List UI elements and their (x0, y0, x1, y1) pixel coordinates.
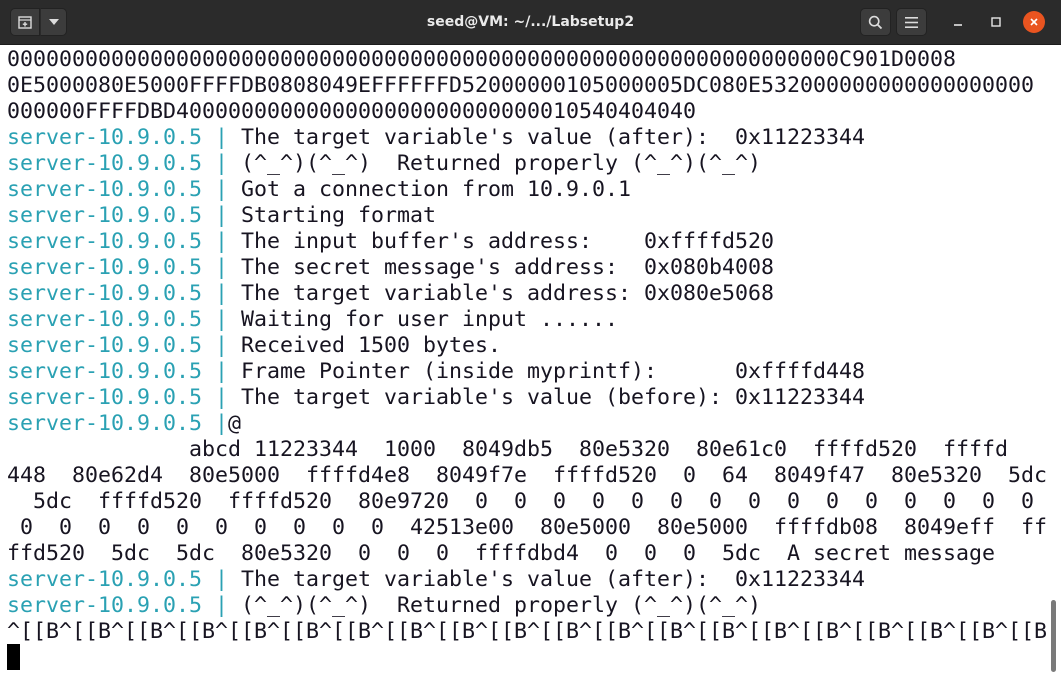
log-message: The input buffer's address: 0xffffd520 (241, 229, 775, 254)
search-icon (868, 15, 883, 29)
log-separator: | (202, 255, 242, 280)
log-line: server-10.9.0.5 | The target variable's … (7, 567, 865, 593)
maximize-button[interactable] (986, 12, 1006, 32)
server-prefix: server-10.9.0.5 (7, 385, 203, 410)
server-prefix: server-10.9.0.5 (7, 307, 203, 332)
log-line: server-10.9.0.5 | The target variable's … (7, 281, 774, 307)
log-separator: | (202, 385, 242, 410)
log-message: Got a connection from 10.9.0.1 (241, 177, 632, 202)
log-separator: | (202, 567, 242, 592)
log-separator: | (202, 125, 242, 150)
output-line: 000000FFFFDBD400000000000000000000000000… (7, 99, 697, 124)
log-message: Starting format (241, 203, 437, 228)
output-line: 0 0 0 0 0 0 0 0 0 0 42513e00 80e5000 80e… (7, 515, 1048, 540)
server-prefix: server-10.9.0.5 (7, 411, 203, 436)
log-message: Frame Pointer (inside myprintf): 0xffffd… (241, 359, 866, 384)
server-prefix: server-10.9.0.5 (7, 281, 203, 306)
menu-button[interactable] (896, 8, 927, 36)
log-separator: | (202, 359, 242, 384)
log-message: Received 1500 bytes. (241, 333, 502, 358)
log-line: server-10.9.0.5 | Starting format (7, 203, 436, 229)
log-separator: | (202, 411, 229, 436)
log-message: The secret message's address: 0x080b4008 (241, 255, 775, 280)
log-line: server-10.9.0.5 | (^_^)(^_^) Returned pr… (7, 593, 761, 619)
server-prefix: server-10.9.0.5 (7, 151, 203, 176)
log-line: server-10.9.0.5 | Got a connection from … (7, 177, 631, 203)
close-button[interactable] (1023, 11, 1045, 33)
log-message: The target variable's value (after): 0x1… (241, 125, 866, 150)
log-line: server-10.9.0.5 | Waiting for user input… (7, 307, 618, 333)
log-separator: | (202, 203, 242, 228)
output-line: abcd 11223344 1000 8049db5 80e5320 80e61… (7, 437, 1009, 462)
server-prefix: server-10.9.0.5 (7, 203, 203, 228)
hamburger-menu-icon (905, 16, 918, 28)
minimize-icon (954, 24, 962, 26)
output-line: 0E5000080E5000FFFFDB0808049EFFFFFFD52000… (7, 73, 1035, 98)
log-separator: | (202, 333, 242, 358)
log-line: server-10.9.0.5 |@ (7, 411, 241, 437)
log-separator: | (202, 151, 242, 176)
log-line: server-10.9.0.5 | (^_^)(^_^) Returned pr… (7, 151, 761, 177)
server-prefix: server-10.9.0.5 (7, 333, 203, 358)
terminal-output[interactable]: ^[[B^[[B^[[B^[[B^[[B^[[B^[[B^[[B^[[B^[[B… (0, 45, 1061, 675)
new-tab-button[interactable] (10, 8, 40, 36)
close-icon (1030, 18, 1038, 26)
server-prefix: server-10.9.0.5 (7, 255, 203, 280)
log-message: (^_^)(^_^) Returned properly (^_^)(^_^) (241, 593, 762, 618)
search-button[interactable] (860, 8, 891, 36)
output-line: ^[[B^[[B^[[B^[[B^[[B^[[B^[[B^[[B^[[B^[[B… (7, 619, 1048, 644)
output-line: 5dc ffffd520 ffffd520 80e9720 0 0 0 0 0 … (7, 489, 1035, 514)
tab-menu-button[interactable] (40, 8, 67, 36)
server-prefix: server-10.9.0.5 (7, 359, 203, 384)
log-separator: | (202, 177, 242, 202)
log-line: server-10.9.0.5 | The target variable's … (7, 385, 865, 411)
log-line: server-10.9.0.5 | Frame Pointer (inside … (7, 359, 865, 385)
log-message: Waiting for user input ...... (241, 307, 619, 332)
log-line: server-10.9.0.5 | The target variable's … (7, 125, 865, 151)
text-cursor (7, 644, 20, 670)
log-separator: | (202, 281, 242, 306)
log-message: The target variable's address: 0x080e506… (241, 281, 775, 306)
log-separator: | (202, 307, 242, 332)
terminal-window: seed@VM: ~/.../Labsetup2 ^[[B^[[B^[[B^[[… (0, 0, 1061, 675)
server-prefix: server-10.9.0.5 (7, 229, 203, 254)
log-line: server-10.9.0.5 | The secret message's a… (7, 255, 774, 281)
new-tab-icon (18, 16, 32, 29)
scrollbar[interactable] (1051, 600, 1056, 672)
output-line: 0000000000000000000000000000000000000000… (7, 47, 957, 72)
title-bar: seed@VM: ~/.../Labsetup2 (0, 0, 1061, 45)
log-message: The target variable's value (after): 0x1… (241, 567, 866, 592)
log-separator: | (202, 593, 242, 618)
log-message: (^_^)(^_^) Returned properly (^_^)(^_^) (241, 151, 762, 176)
log-line: server-10.9.0.5 | The input buffer's add… (7, 229, 774, 255)
maximize-icon (991, 17, 1001, 27)
chevron-down-icon (48, 19, 59, 25)
log-message: @ (228, 411, 242, 436)
log-separator: | (202, 229, 242, 254)
output-line: ffd520 5dc 5dc 80e5320 0 0 0 ffffdbd4 0 … (7, 541, 996, 566)
server-prefix: server-10.9.0.5 (7, 593, 203, 618)
log-message: The target variable's value (before): 0x… (241, 385, 866, 410)
server-prefix: server-10.9.0.5 (7, 125, 203, 150)
server-prefix: server-10.9.0.5 (7, 177, 203, 202)
server-prefix: server-10.9.0.5 (7, 567, 203, 592)
output-line: 448 80e62d4 80e5000 ffffd4e8 8049f7e fff… (7, 463, 1048, 488)
log-line: server-10.9.0.5 | Received 1500 bytes. (7, 333, 501, 359)
minimize-button[interactable] (948, 12, 968, 32)
